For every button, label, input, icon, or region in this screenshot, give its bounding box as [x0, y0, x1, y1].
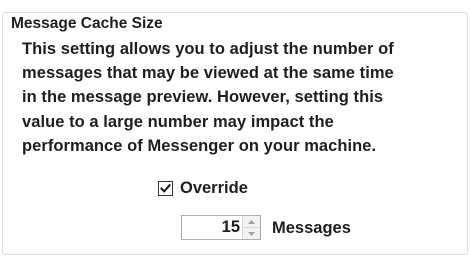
- group-title: Message Cache Size: [9, 14, 165, 34]
- spin-down-arrow-icon: [248, 231, 255, 236]
- spinner-buttons: [242, 216, 260, 239]
- messages-unit-label: Messages: [272, 219, 351, 237]
- description-line: in the message preview. However, setting…: [22, 88, 384, 107]
- override-option[interactable]: Override: [158, 178, 248, 198]
- override-checkbox[interactable]: [158, 180, 173, 196]
- checkmark-icon: [160, 183, 171, 193]
- cache-size-input[interactable]: 15: [182, 216, 242, 239]
- cache-size-spinner[interactable]: 15: [181, 215, 261, 240]
- spin-up-arrow-icon: [248, 219, 255, 224]
- spin-down-button[interactable]: [243, 228, 260, 239]
- override-label[interactable]: Override: [180, 178, 248, 198]
- setting-description: This setting allows you to adjust the nu…: [22, 37, 462, 158]
- description-line: performance of Messenger on your machine…: [22, 136, 377, 155]
- spin-up-button[interactable]: [243, 216, 260, 228]
- description-line: value to a large number may impact the: [22, 112, 334, 131]
- description-line: This setting allows you to adjust the nu…: [22, 40, 394, 58]
- description-line: messages that may be viewed at the same …: [22, 64, 394, 83]
